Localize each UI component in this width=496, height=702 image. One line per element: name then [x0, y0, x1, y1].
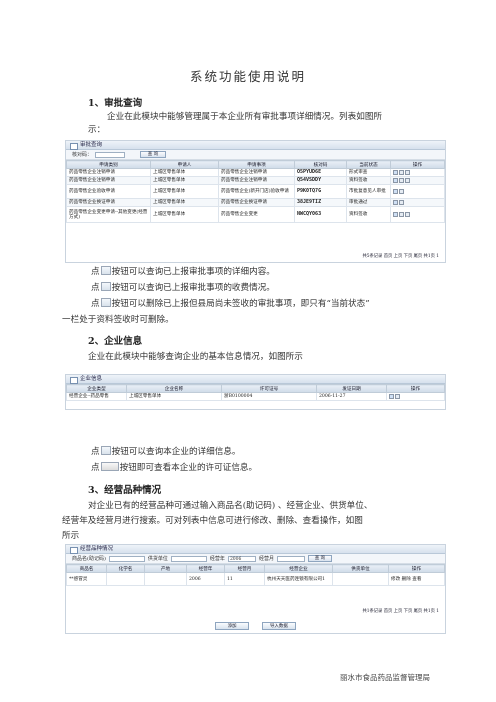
col-header: 供货单位	[332, 564, 389, 573]
s1-bullet-1: 点按钮可以查询已上报审批事项的详细内容。	[91, 266, 275, 277]
company-info-screenshot: 企业信息 企业类型 企业名称 许可证号 发证日期 操作 经营企业--药品零售 上…	[65, 374, 446, 410]
product-table: 商品名 化学名 产地 经营年 经营月 经营企业 供货单位 操作 **感冒灵 20…	[66, 564, 445, 586]
row-actions	[390, 198, 445, 207]
s1-bullet-3: 点按钮可以删除已上报但县局尚未签收的审批事项，即只有“当前状态”	[91, 298, 370, 309]
product-search-button[interactable]: 查 询	[307, 555, 332, 562]
col-header: 当前状态	[346, 160, 391, 169]
row-actions	[390, 206, 445, 223]
year-input[interactable]: 2006	[227, 555, 256, 562]
table-row: 药品零售企业换证申请 上城区零售单体 药品零售企业换证申请 38JE9TIZ 审批通过	[66, 198, 445, 207]
section-1-intro: 企业在此模块中能够管理属于本企业所有审批事项详细情况。列表如图所示：	[88, 112, 383, 135]
checkcode-input[interactable]	[95, 151, 126, 158]
month-input[interactable]	[276, 555, 305, 562]
fee-icon[interactable]	[399, 188, 404, 194]
page-title: 系统功能使用说明	[189, 69, 306, 84]
col-header: 操作	[390, 160, 445, 169]
section-3-intro-3: 所示	[62, 531, 80, 541]
product-name-input[interactable]	[108, 555, 145, 562]
product-pager[interactable]: 共1条记录 首页 上页 下页 尾页 共1页 1	[362, 608, 445, 614]
col-header: 企业名称	[126, 384, 222, 393]
row-actions	[390, 176, 445, 185]
section-3-intro-1: 对企业已有的经营品种可通过输入商品名(助记码) 、经营企业、供货单位、	[88, 501, 373, 511]
table-row: 药品零售企业验收申请 上城区零售单体 药品零售企业(新开门店)验收申请 P9K0TQ…	[66, 184, 445, 199]
product-filter-bar: 商品名(助记码) 供货单位 经营年 2006 经营月 查 询	[66, 554, 445, 564]
col-header: 操作	[388, 564, 445, 573]
product-screenshot: 经营品种情况 商品名(助记码) 供货单位 经营年 2006 经营月 查 询 商品名…	[65, 544, 446, 634]
s2-bullet-2: 点按钮即可查看本企业的许可证信息。	[91, 462, 258, 473]
import-button[interactable]: 导入数据	[261, 622, 296, 630]
row-actions	[386, 392, 445, 401]
table-row: 药品零售企业注销申请 上城区零售单体 药品零售企业注销申请 Q54VSDDY 资料签收	[66, 176, 445, 185]
fee-icon[interactable]	[399, 211, 404, 217]
row-actions	[390, 184, 445, 199]
product-titlebar: 经营品种情况	[66, 545, 445, 554]
approval-pager[interactable]: 共5条记录 首页 上页 下页 尾页 共1页 1	[362, 253, 445, 259]
approval-table: 申请类别 申请人 申请事项 核对码 当前状态 操作 药品零售企业注销申请 上城区零…	[66, 160, 445, 223]
table-row: **感冒灵 2006 11 杭州天天医药连锁有限公司1 修改 删除 查看	[66, 572, 445, 586]
col-header: 化学名	[106, 564, 145, 573]
approval-filter-bar: 核对码： 查 询	[66, 150, 445, 160]
footer-org: 丽水市食品药品监督管理局	[340, 673, 430, 682]
col-header: 产地	[144, 564, 187, 573]
table-row: 药品零售企业变更申请--其他变更(经营方式) 上城区零售单体 药品零售企业变更 NW…	[66, 206, 445, 223]
section-3-intro-2: 经营年及经营月进行搜索。可对列表中信息可进行修改、删除、查看操作，如图	[62, 516, 363, 526]
col-header: 企业类型	[66, 384, 127, 393]
col-header: 核对码	[294, 160, 347, 169]
license-icon	[100, 462, 119, 471]
col-header: 申请人	[150, 160, 219, 169]
company-info-titlebar: 企业信息	[66, 375, 445, 384]
table-row: 经营企业--药品零售 上城区零售单体 浙B0100004 2006-11-27	[66, 392, 445, 401]
col-header: 经营年	[186, 564, 225, 573]
approval-search-button[interactable]: 查 询	[140, 151, 167, 158]
row-actions	[390, 168, 445, 177]
s1-bullet-3-cont: 一栏处于资料签收时可删除。	[62, 315, 174, 325]
col-header: 商品名	[66, 564, 107, 573]
delete-icon[interactable]	[405, 169, 410, 175]
approval-query-screenshot: 审批查询 核对码： 查 询 申请类别 申请人 申请事项 核对码 当前状态 操作 …	[65, 140, 446, 263]
license-icon[interactable]	[395, 393, 400, 399]
detail-icon[interactable]	[393, 199, 398, 205]
delete-icon	[100, 298, 111, 307]
delete-icon[interactable]	[405, 211, 410, 217]
fee-icon	[100, 282, 111, 291]
col-header: 发证日期	[316, 384, 387, 393]
company-info-table: 企业类型 企业名称 许可证号 发证日期 操作 经营企业--药品零售 上城区零售单…	[66, 384, 445, 401]
detail-icon[interactable]	[393, 177, 398, 183]
detail-icon[interactable]	[389, 393, 394, 399]
section-1-heading: 1、审批查询	[88, 98, 143, 109]
detail-icon	[100, 446, 111, 455]
col-header: 经营企业	[264, 564, 333, 573]
col-header: 申请事项	[218, 160, 295, 169]
section-2-heading: 2、企业信息	[88, 336, 143, 347]
detail-icon[interactable]	[393, 211, 398, 217]
col-header: 操作	[386, 384, 445, 393]
s2-bullet-1: 点按钮可以查询本企业的详细信息。	[91, 446, 241, 457]
detail-icon	[100, 266, 111, 275]
add-button[interactable]: 添加	[215, 622, 250, 630]
detail-icon[interactable]	[393, 188, 398, 194]
fee-icon[interactable]	[399, 177, 404, 183]
table-row: 药品零售企业注销申请 上城区零售单体 药品零售企业注销申请 O5PYUD6E 形式审查	[66, 168, 445, 177]
s1-bullet-2: 点按钮可以查询已上报审批事项的收费情况。	[91, 282, 275, 293]
col-header: 申请类别	[66, 160, 151, 169]
row-actions[interactable]: 修改 删除 查看	[388, 572, 445, 586]
section-3-heading: 3、经营品种情况	[88, 485, 162, 496]
fee-icon[interactable]	[399, 169, 404, 175]
delete-icon[interactable]	[405, 177, 410, 183]
approval-query-titlebar: 审批查询	[66, 141, 445, 150]
fee-icon[interactable]	[399, 199, 404, 205]
col-header: 许可证号	[221, 384, 317, 393]
supplier-input[interactable]	[170, 555, 207, 562]
detail-icon[interactable]	[393, 169, 398, 175]
section-2-intro: 企业在此模块中能够查询企业的基本信息情况，如图所示	[88, 352, 303, 362]
checkcode-label: 核对码：	[72, 151, 93, 158]
col-header: 经营月	[224, 564, 265, 573]
